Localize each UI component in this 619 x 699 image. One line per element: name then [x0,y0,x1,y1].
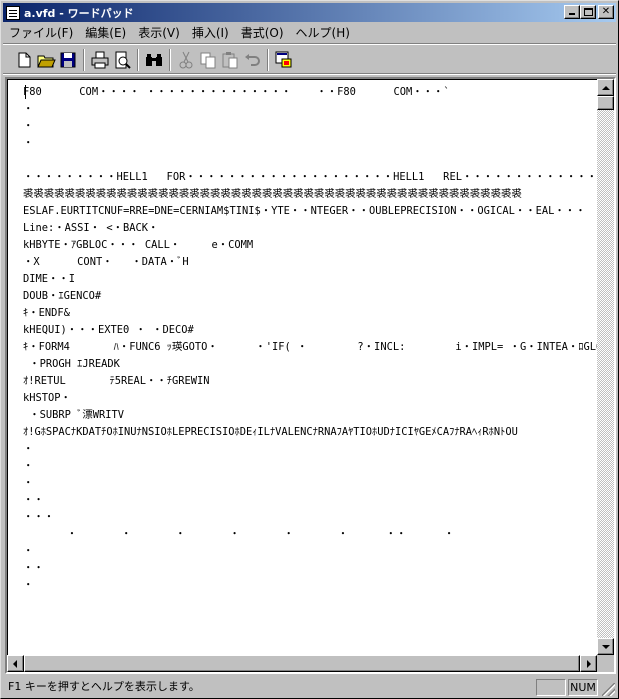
document-line: 裘裘裘裘裘裘裘裘裘裘裘裘裘裘裘裘裘裘裘裘裘裘裘裘裘裘裘裘裘裘裘裘裘裘裘裘裘裘裘裘… [23,188,522,200]
document-line: ・・・・・・・・・HELL1 FOR・・・・・・・・・・・・・・・・・・・・HE… [23,171,597,183]
document-line: ・ [23,443,34,455]
menu-edit[interactable]: 編集(E) [79,24,132,42]
window-title: a.vfd - ワードパッド [24,6,134,20]
document-line: ・ [23,477,34,489]
maximize-button[interactable] [580,5,596,19]
document-line: ｷ・ENDF& [23,307,70,319]
horizontal-scroll-thumb[interactable] [24,655,580,672]
arrow-left-icon [13,660,17,668]
document-text[interactable]: F80 COM・・・・ ・・・・・・・・・・・・・・ ・・F80 COM・・・`… [7,79,597,655]
document-line: ・ [23,103,34,115]
document-line: kHEQUI)・・・EXTE0 ・ ・DECO# [23,324,194,336]
horizontal-scrollbar[interactable] [7,655,597,672]
menu-bar: ファイル(F) 編集(E) 表示(V) 挿入(I) 書式(O) ヘルプ(H) [3,23,616,42]
scroll-left-button[interactable] [7,655,24,672]
document-line: ・X CONT・ ・DATA・ﾞH [23,256,189,268]
undo-icon[interactable] [241,49,263,71]
open-icon[interactable] [35,49,57,71]
document-line: ・・ [23,494,44,506]
resize-grip-icon[interactable] [602,683,615,696]
scroll-right-button[interactable] [580,655,597,672]
document-line: ・ [23,137,34,149]
document-line: ・SUBRP ﾞ漂WRITV [23,409,125,421]
document-line: ・ [23,579,34,591]
document-line: ・ [23,120,34,132]
document-line: DIME・・I [23,273,76,285]
arrow-up-icon [602,86,610,90]
new-icon[interactable] [13,49,35,71]
status-bar: F1 キーを押すとヘルプを表示します。 NUM [3,677,616,697]
menu-format[interactable]: 書式(O) [235,24,290,42]
find-icon[interactable] [143,49,165,71]
vertical-scroll-thumb[interactable] [597,96,614,110]
document-line: kHSTOP・ [23,392,71,404]
arrow-right-icon [587,660,591,668]
document-line: ・ [23,545,34,557]
document-line: ・・ [23,562,44,574]
status-help-text: F1 キーを押すとヘルプを表示します。 [8,680,200,693]
minimize-button[interactable] [564,5,580,19]
document-line: ｷ・FORM4 ﾊ・FUNC6 ｯ瑛GOTO・ ・'IF( ・ ?・INCL: … [23,341,597,353]
document-area[interactable]: F80 COM・・・・ ・・・・・・・・・・・・・・ ・・F80 COM・・・`… [5,77,616,674]
maximize-icon [584,8,593,16]
menu-file[interactable]: ファイル(F) [3,24,79,42]
document-line: ｵ!GﾎSPACﾅKDATﾁOﾎINUﾅNSIOﾎLEPRECISIOﾎDEｨI… [23,426,518,438]
cut-icon[interactable] [175,49,197,71]
copy-icon[interactable] [197,49,219,71]
document-line: ESLAF.EURTITCNUF=RRE=DNE=CERNIAM$TINI$・Y… [23,205,586,217]
print-preview-icon[interactable] [111,49,133,71]
scrollbar-corner [597,655,614,672]
document-line: ・ [23,460,34,472]
document-line: Line:・ASSI・ <・BACK・ [23,222,159,234]
status-pane-empty [536,679,566,696]
insert-object-icon[interactable] [273,49,295,71]
document-line: F80 COM・・・・ ・・・・・・・・・・・・・・ ・・F80 COM・・・` [23,86,450,98]
document-lines: F80 COM・・・・ ・・・・・・・・・・・・・・ ・・F80 COM・・・`… [23,84,597,655]
menu-insert[interactable]: 挿入(I) [186,24,235,42]
save-icon[interactable] [57,49,79,71]
title-buttons: ✕ [564,5,614,19]
toolbar [3,43,616,75]
document-line: ・ ・ ・ ・ ・ ・ ・・ ・ [23,528,455,540]
title-bar[interactable]: a.vfd - ワードパッド ✕ [3,3,616,22]
document-line: ｵ!RETUL ﾃ5REAL・・ﾁGREWIN [23,375,210,387]
menu-help[interactable]: ヘルプ(H) [290,24,356,42]
arrow-down-icon [602,645,610,649]
document-line: ・・・ [23,511,55,523]
scroll-down-button[interactable] [597,638,614,655]
document-line: DOUB・ｴGENCO# [23,290,102,302]
num-lock-indicator: NUM [568,679,598,696]
wordpad-window: a.vfd - ワードパッド ✕ ファイル(F) 編集(E) 表示(V) 挿入(… [0,0,619,699]
scroll-up-button[interactable] [597,79,614,96]
print-icon[interactable] [89,49,111,71]
paste-icon[interactable] [219,49,241,71]
minimize-icon [569,13,575,15]
close-button[interactable]: ✕ [598,5,614,19]
close-icon: ✕ [601,6,611,17]
wordpad-document-icon[interactable] [6,5,20,20]
menu-view[interactable]: 表示(V) [132,24,186,42]
vertical-scrollbar[interactable] [597,79,614,655]
document-line: kHBYTE・ｱGBLOC・・・ CALL・ e・COMM [23,239,254,251]
document-line: ・PROGH ｴJREADK [23,358,120,370]
